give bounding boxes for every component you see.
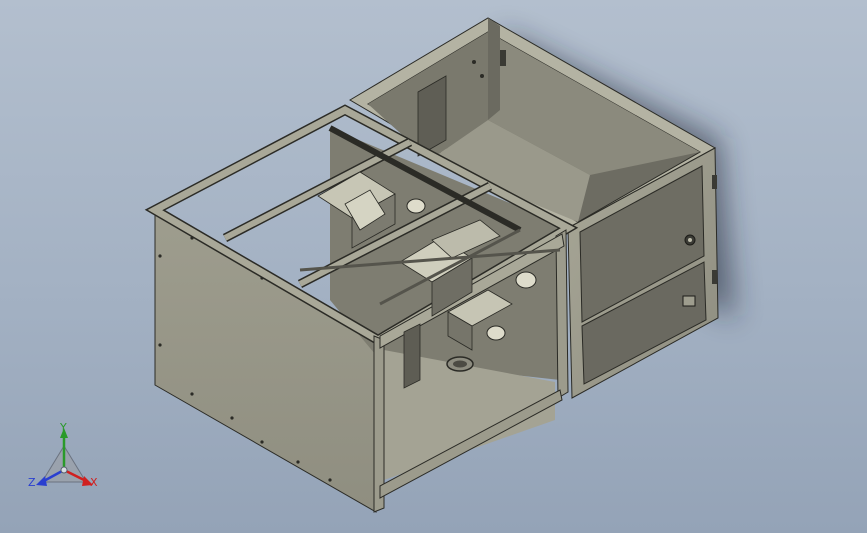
orientation-triad[interactable]: Y Z X [28, 421, 98, 489]
motor-icon [406, 198, 426, 214]
upper-door-lock-core [688, 238, 692, 242]
y-axis-label: Y [59, 421, 67, 434]
hinge-icon [500, 50, 506, 66]
hinge-icon [712, 175, 717, 189]
motor-icon [486, 325, 506, 341]
vertical-slide [403, 323, 421, 389]
screw-icon [472, 60, 476, 64]
machine-enclosure-model[interactable]: Y Z X [0, 0, 867, 533]
nozzle-ring-inner [453, 360, 467, 368]
motor-icon [515, 271, 537, 289]
lower-door-latch-icon[interactable] [682, 295, 696, 307]
screw-icon [480, 74, 484, 78]
front-post-right [555, 229, 569, 399]
cad-viewport[interactable]: Y Z X [0, 0, 867, 533]
x-axis-label: X [90, 476, 98, 489]
triad-origin [60, 466, 68, 474]
hinge-icon [712, 270, 717, 284]
z-axis-label: Z [28, 476, 36, 489]
cabinet-right-side [488, 18, 500, 120]
